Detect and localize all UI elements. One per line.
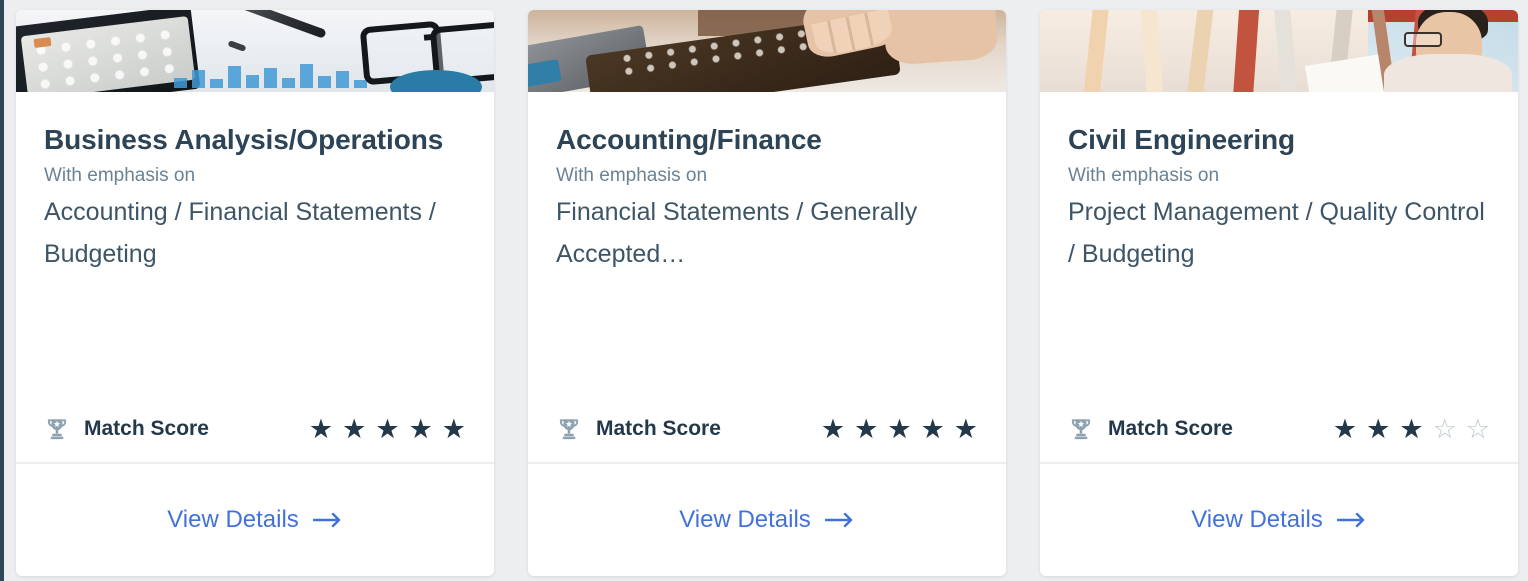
emphasis-value: Project Management / Quality Control / B… — [1068, 192, 1490, 275]
star-filled-icon[interactable]: ★ — [854, 416, 878, 443]
arrow-right-icon — [313, 512, 343, 528]
career-card[interactable]: Business Analysis/Operations With emphas… — [16, 10, 494, 576]
star-filled-icon[interactable]: ★ — [921, 416, 945, 443]
card-banner-image — [1040, 10, 1518, 92]
star-filled-icon[interactable]: ★ — [1366, 416, 1390, 443]
match-score-stars[interactable]: ★ ★ ★ ★ ★ — [821, 416, 978, 443]
view-details-label: View Details — [1191, 506, 1323, 534]
emphasis-value: Accounting / Financial Statements / Budg… — [44, 192, 466, 275]
star-filled-icon[interactable]: ★ — [442, 416, 466, 443]
view-details-link[interactable]: View Details — [679, 506, 855, 534]
emphasis-label: With emphasis on — [44, 164, 466, 189]
match-score-row: Match Score ★ ★ ★ ★ ★ — [16, 396, 494, 464]
match-score-left: Match Score — [1068, 416, 1233, 442]
match-score-row: Match Score ★ ★ ★ ★ ★ — [528, 396, 1006, 464]
star-filled-icon[interactable]: ★ — [375, 416, 399, 443]
card-body: Civil Engineering With emphasis on Proje… — [1040, 92, 1518, 396]
match-score-stars[interactable]: ★ ★ ★ ☆ ☆ — [1333, 416, 1490, 443]
match-score-label: Match Score — [1108, 417, 1233, 441]
star-filled-icon[interactable]: ★ — [887, 416, 911, 443]
career-match-card-grid: Business Analysis/Operations With emphas… — [16, 10, 1518, 576]
arrow-right-icon — [825, 512, 855, 528]
card-banner-image — [528, 10, 1006, 92]
trophy-icon — [556, 416, 582, 442]
star-filled-icon[interactable]: ★ — [821, 416, 845, 443]
view-details-label: View Details — [679, 506, 811, 534]
card-footer: View Details — [528, 464, 1006, 576]
card-footer: View Details — [1040, 464, 1518, 576]
star-filled-icon[interactable]: ★ — [342, 416, 366, 443]
trophy-icon — [1068, 416, 1094, 442]
card-title: Civil Engineering — [1068, 118, 1490, 162]
star-empty-icon[interactable]: ☆ — [1466, 416, 1490, 443]
view-details-label: View Details — [167, 506, 299, 534]
view-details-link[interactable]: View Details — [1191, 506, 1367, 534]
star-filled-icon[interactable]: ★ — [954, 416, 978, 443]
star-empty-icon[interactable]: ☆ — [1433, 416, 1457, 443]
trophy-icon — [44, 416, 70, 442]
match-score-left: Match Score — [556, 416, 721, 442]
emphasis-label: With emphasis on — [1068, 164, 1490, 189]
star-filled-icon[interactable]: ★ — [1333, 416, 1357, 443]
match-score-left: Match Score — [44, 416, 209, 442]
card-footer: View Details — [16, 464, 494, 576]
arrow-right-icon — [1337, 512, 1367, 528]
card-body: Accounting/Finance With emphasis on Fina… — [528, 92, 1006, 396]
career-card[interactable]: Accounting/Finance With emphasis on Fina… — [528, 10, 1006, 576]
card-banner-image — [16, 10, 494, 92]
star-filled-icon[interactable]: ★ — [1399, 416, 1423, 443]
star-filled-icon[interactable]: ★ — [409, 416, 433, 443]
match-score-stars[interactable]: ★ ★ ★ ★ ★ — [309, 416, 466, 443]
star-filled-icon[interactable]: ★ — [309, 416, 333, 443]
emphasis-label: With emphasis on — [556, 164, 978, 189]
emphasis-value: Financial Statements / Generally Accepte… — [556, 192, 978, 275]
card-body: Business Analysis/Operations With emphas… — [16, 92, 494, 396]
match-score-row: Match Score ★ ★ ★ ☆ ☆ — [1040, 396, 1518, 464]
match-score-label: Match Score — [84, 417, 209, 441]
card-title: Accounting/Finance — [556, 118, 978, 162]
match-score-label: Match Score — [596, 417, 721, 441]
card-title: Business Analysis/Operations — [44, 118, 466, 162]
career-card[interactable]: Civil Engineering With emphasis on Proje… — [1040, 10, 1518, 576]
view-details-link[interactable]: View Details — [167, 506, 343, 534]
left-edge-rule — [0, 0, 4, 581]
